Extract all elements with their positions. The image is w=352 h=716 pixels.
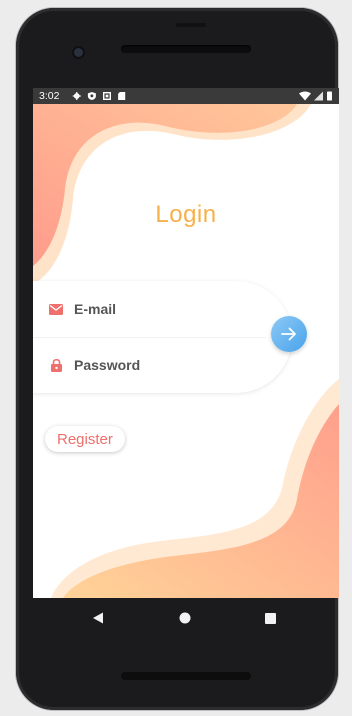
login-title: Login: [155, 201, 217, 228]
mail-icon: [49, 302, 63, 316]
password-field[interactable]: [49, 337, 249, 393]
status-bar: 3:02: [33, 88, 339, 104]
back-button[interactable]: [90, 610, 106, 626]
submit-login-button[interactable]: [271, 316, 307, 352]
home-circle-icon: [179, 612, 191, 624]
signal-icon: [314, 91, 323, 101]
shield-icon: [87, 92, 96, 100]
square-icon: [103, 92, 112, 100]
email-field[interactable]: [49, 281, 249, 337]
status-time: 3:02: [39, 90, 60, 102]
bottom-speaker: [121, 672, 251, 680]
status-system-icons: [299, 91, 332, 101]
register-button[interactable]: Register: [45, 426, 125, 452]
earpiece-speaker: [121, 45, 251, 53]
battery-icon: [327, 91, 332, 101]
gear-icon: [72, 92, 81, 100]
app-screen: 3:02 Login E-mail Register: [33, 88, 339, 598]
device-frame-background: 3:02 Login E-mail Register: [0, 0, 352, 716]
login-form-card: [33, 281, 292, 393]
wifi-icon: [299, 91, 311, 101]
navigation-bar: [33, 598, 339, 638]
lock-icon: [49, 358, 63, 372]
back-triangle-icon: [93, 612, 103, 624]
email-input[interactable]: [74, 301, 224, 317]
top-slot: [176, 23, 206, 27]
front-camera: [74, 48, 83, 57]
sd-card-icon: [118, 92, 126, 100]
recents-square-icon: [264, 612, 276, 624]
home-button[interactable]: [177, 610, 193, 626]
status-notification-icons: [72, 92, 126, 100]
arrow-right-icon: [281, 327, 296, 341]
password-input[interactable]: [74, 357, 224, 373]
register-label: Register: [57, 430, 113, 448]
recents-button[interactable]: [262, 610, 278, 626]
